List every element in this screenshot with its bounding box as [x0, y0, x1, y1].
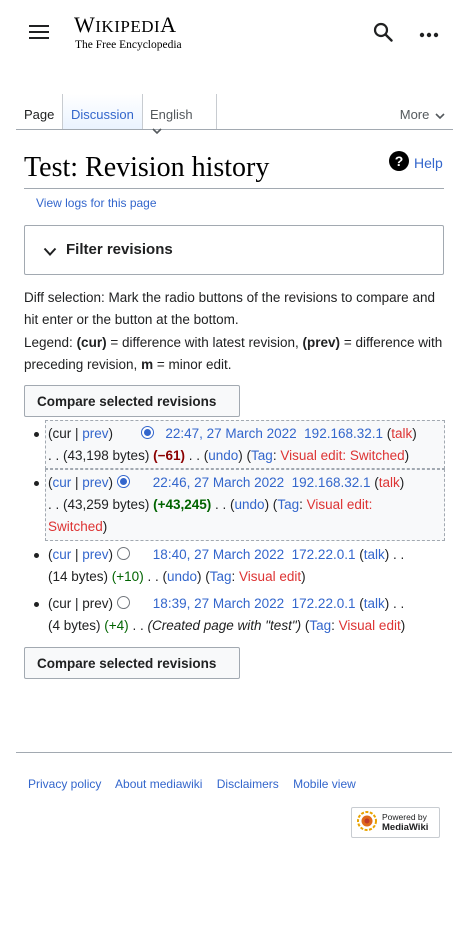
help-link[interactable]: ? Help: [389, 151, 443, 174]
user-link[interactable]: 192.168.32.1: [292, 475, 371, 490]
prev-link[interactable]: prev: [82, 475, 108, 490]
logo-tagline: The Free Encyclopedia: [75, 39, 182, 51]
radio-new[interactable]: [116, 475, 130, 488]
tab-discussion[interactable]: Discussion: [62, 94, 143, 129]
compare-revisions-button-top[interactable]: Compare selected revisions: [24, 385, 240, 417]
user-link[interactable]: 172.22.0.1: [292, 596, 356, 611]
main-menu-button[interactable]: [22, 17, 56, 49]
undo-link[interactable]: undo: [208, 448, 238, 463]
disclaimers-link[interactable]: Disclaimers: [217, 777, 279, 791]
revision-date-link[interactable]: 22:47, 27 March 2022: [165, 426, 296, 441]
list-bullet: [34, 602, 39, 607]
chevron-down-icon: [152, 123, 162, 138]
hamburger-icon: [29, 24, 49, 43]
radio-new[interactable]: [116, 596, 130, 609]
powered-by-mediawiki-badge[interactable]: Powered by MediaWiki: [351, 807, 440, 838]
page-tabs: Page Discussion English More: [16, 94, 453, 135]
legend-text: Legend: (cur) = difference with latest r…: [24, 335, 443, 373]
radio-new[interactable]: [116, 547, 130, 560]
tag-link[interactable]: Tag: [277, 497, 299, 512]
filter-revisions-panel[interactable]: Filter revisions: [24, 225, 444, 275]
tag-value-link[interactable]: Visual edit:: [307, 497, 373, 512]
revision-date-link[interactable]: 18:39, 27 March 2022: [153, 596, 284, 611]
revision-row-content: (cur | prev) 22:46, 27 March 2022 192.16…: [48, 475, 405, 534]
talk-link[interactable]: talk: [391, 426, 412, 441]
page-title: Test: Revision history: [24, 152, 270, 183]
tag-link[interactable]: Tag: [210, 569, 232, 584]
filter-revisions-label: Filter revisions: [66, 241, 173, 258]
talk-link[interactable]: talk: [379, 475, 400, 490]
list-bullet: [34, 553, 39, 558]
search-button[interactable]: [366, 17, 400, 49]
help-icon: ?: [389, 151, 409, 174]
radio-old[interactable]: [141, 426, 155, 439]
tag-link[interactable]: Tag: [251, 448, 273, 463]
page-title-container: Test: Revision history: [24, 150, 444, 189]
diff-selection-text: Diff selection: Mark the radio buttons o…: [24, 290, 435, 328]
user-link[interactable]: 172.22.0.1: [292, 547, 356, 562]
view-logs-link[interactable]: View logs for this page: [36, 196, 157, 210]
cur-link[interactable]: cur: [53, 547, 72, 562]
revision-date-link[interactable]: 18:40, 27 March 2022: [153, 547, 284, 562]
revision-date-link[interactable]: 22:46, 27 March 2022: [153, 475, 284, 490]
privacy-policy-link[interactable]: Privacy policy: [28, 777, 101, 791]
revision-row-content: (cur | prev) 22:47, 27 March 2022 192.16…: [48, 426, 417, 463]
tag-value-link[interactable]: Visual edit: Switched: [280, 448, 404, 463]
edit-summary: (Created page with "test"): [147, 618, 302, 633]
talk-link[interactable]: talk: [364, 596, 385, 611]
about-link[interactable]: About mediawiki: [115, 777, 202, 791]
user-link[interactable]: 192.168.32.1: [304, 426, 383, 441]
revision-row: (cur | prev) 18:40, 27 March 2022 172.22…: [48, 547, 405, 584]
user-menu-button[interactable]: [412, 17, 446, 49]
tag-value-link[interactable]: Visual edit: [339, 618, 401, 633]
wikipedia-logo[interactable]: WIKIPEDIA The Free Encyclopedia: [74, 14, 182, 52]
language-label: English: [150, 107, 193, 122]
more-label: More: [399, 107, 430, 122]
tab-page[interactable]: Page: [24, 94, 54, 129]
undo-link[interactable]: undo: [235, 497, 265, 512]
list-bullet: [34, 481, 39, 486]
list-bullet: [34, 432, 39, 437]
mobile-view-link[interactable]: Mobile view: [293, 777, 356, 791]
revision-row: (cur | prev) 18:39, 27 March 2022 172.22…: [48, 596, 406, 633]
help-label: Help: [414, 154, 443, 171]
powered-by-text: Powered by MediaWiki: [382, 812, 429, 833]
search-icon: [373, 22, 393, 45]
svg-text:?: ?: [395, 153, 404, 169]
footer-divider: [16, 752, 452, 753]
compare-revisions-button-bottom[interactable]: Compare selected revisions: [24, 647, 240, 679]
more-menu[interactable]: More: [400, 94, 445, 129]
footer-links: Privacy policy About mediawiki Disclaime…: [28, 777, 367, 791]
cur-link[interactable]: cur: [53, 475, 72, 490]
tag-value-link[interactable]: Visual edit: [239, 569, 301, 584]
undo-link[interactable]: undo: [167, 569, 197, 584]
mediawiki-flower-icon: [356, 810, 378, 835]
talk-link[interactable]: talk: [364, 547, 385, 562]
header: WIKIPEDIA The Free Encyclopedia: [0, 0, 468, 66]
tag-value-link-cont[interactable]: Switched: [48, 519, 103, 534]
ellipsis-icon: [419, 25, 439, 41]
language-selector[interactable]: English: [142, 94, 217, 135]
tag-link[interactable]: Tag: [309, 618, 331, 633]
chevron-down-icon: [43, 244, 57, 260]
prev-link[interactable]: prev: [82, 547, 108, 562]
chevron-down-icon: [435, 108, 445, 123]
prev-link[interactable]: prev: [82, 426, 108, 441]
